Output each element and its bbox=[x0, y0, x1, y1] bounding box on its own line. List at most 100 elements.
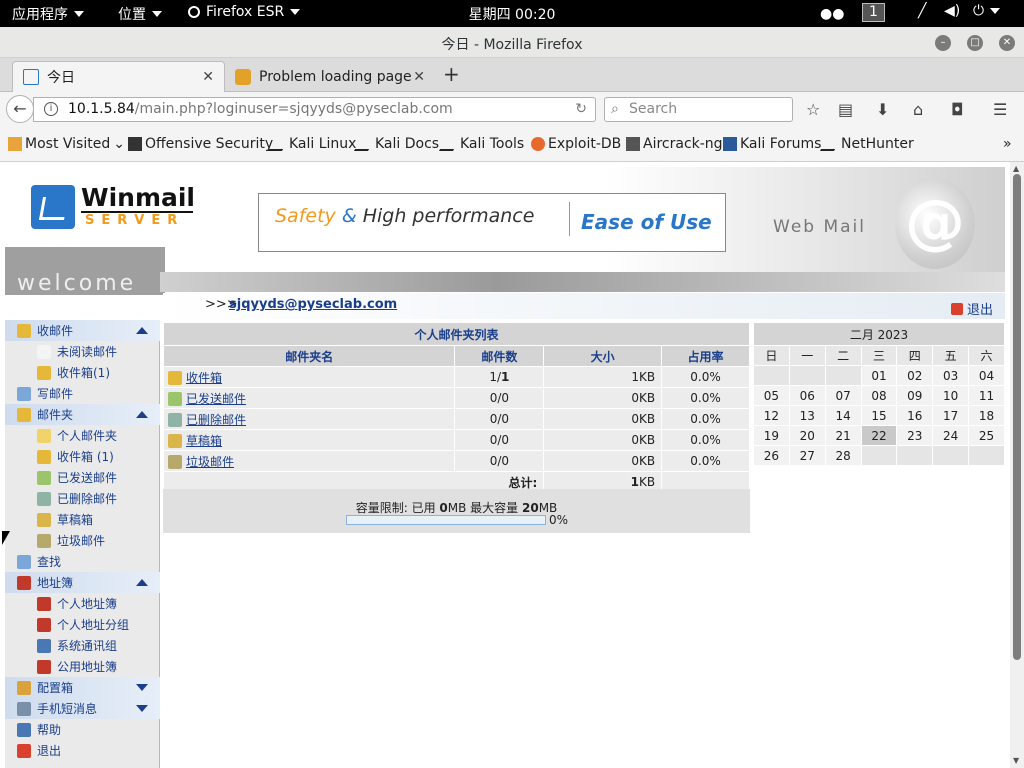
download-icon[interactable]: ⬇ bbox=[876, 100, 889, 119]
bookmark-nethunter[interactable]: NetHunter bbox=[819, 136, 914, 152]
apps-menu[interactable]: 应用程序 bbox=[12, 4, 84, 24]
calendar-day[interactable]: 17 bbox=[932, 405, 970, 426]
browser-app-menu[interactable]: Firefox ESR bbox=[188, 4, 301, 20]
scrollbar-thumb[interactable] bbox=[1013, 174, 1021, 660]
calendar-day[interactable]: 23 bbox=[896, 425, 934, 446]
bookmark-kali-forums[interactable]: Kali Forums bbox=[723, 136, 821, 152]
bookmark-aircrack-ng[interactable]: Aircrack-ng bbox=[626, 136, 723, 152]
back-button[interactable]: ← bbox=[6, 95, 34, 123]
tab-today[interactable]: 今日 ✕ bbox=[12, 61, 225, 92]
sidebar-item[interactable]: 写邮件 bbox=[5, 383, 160, 404]
sidebar-item[interactable]: 公用地址簿 bbox=[5, 656, 160, 677]
collapse-arrow-icon[interactable] bbox=[136, 327, 148, 334]
sidebar-item[interactable]: 未阅读邮件 bbox=[5, 341, 160, 362]
folder-link[interactable]: 已发送邮件 bbox=[186, 392, 246, 406]
info-icon[interactable]: i bbox=[44, 102, 58, 116]
reload-icon[interactable]: ↻ bbox=[575, 98, 587, 121]
sidebar-item[interactable]: 查找 bbox=[5, 551, 160, 572]
calendar-day[interactable]: 10 bbox=[932, 385, 970, 406]
workspace-indicator[interactable]: 1 bbox=[862, 3, 885, 22]
logout-link[interactable]: 退出 bbox=[950, 299, 993, 318]
sidebar-item[interactable]: 个人邮件夹 bbox=[5, 425, 160, 446]
calendar-day[interactable]: 05 bbox=[753, 385, 790, 406]
expand-arrow-icon[interactable] bbox=[136, 705, 148, 712]
calendar-day[interactable]: 07 bbox=[824, 385, 862, 406]
calendar-day[interactable]: 18 bbox=[968, 405, 1005, 426]
calendar-day[interactable]: 09 bbox=[896, 385, 934, 406]
bookmark-exploit-db[interactable]: Exploit-DB bbox=[531, 136, 621, 152]
calendar-day[interactable]: 19 bbox=[753, 425, 790, 446]
volume-icon[interactable]: ◀) bbox=[944, 3, 960, 19]
url-bar[interactable]: i 10.1.5.84/main.php?loginuser=sjqyyds@p… bbox=[33, 97, 596, 122]
bookmark-kali-tools[interactable]: Kali Tools bbox=[438, 136, 524, 152]
close-window-button[interactable]: ✕ bbox=[999, 35, 1015, 51]
calendar-day[interactable]: 02 bbox=[896, 365, 934, 386]
collapse-arrow-icon[interactable] bbox=[136, 579, 148, 586]
window-titlebar[interactable]: 今日 - Mozilla Firefox – □ ✕ bbox=[0, 27, 1024, 58]
sidebar-item[interactable]: 个人地址分组 bbox=[5, 614, 160, 635]
calendar-day[interactable]: 08 bbox=[860, 385, 898, 406]
calendar-day[interactable]: 27 bbox=[788, 445, 826, 466]
bookmarks-overflow-icon[interactable]: » bbox=[1003, 136, 1012, 152]
sidebar-item[interactable]: 已删除邮件 bbox=[5, 488, 160, 509]
calendar-day[interactable]: 13 bbox=[788, 405, 826, 426]
bookmark-kali-linux[interactable]: Kali Linux bbox=[267, 136, 356, 152]
new-tab-button[interactable]: + bbox=[443, 62, 460, 86]
reader-list-icon[interactable]: ▤ bbox=[838, 100, 853, 119]
sidebar-item[interactable]: 配置箱 bbox=[5, 677, 160, 698]
calendar-day[interactable]: 28 bbox=[824, 445, 862, 466]
expand-arrow-icon[interactable] bbox=[136, 684, 148, 691]
sidebar-item[interactable]: 草稿箱 bbox=[5, 509, 160, 530]
sidebar-item[interactable]: 邮件夹 bbox=[5, 404, 160, 425]
network-icon[interactable]: ╱ bbox=[918, 3, 926, 19]
folder-link[interactable]: 收件箱 bbox=[186, 371, 222, 385]
calendar-day[interactable]: 26 bbox=[753, 445, 790, 466]
maximize-button[interactable]: □ bbox=[967, 35, 983, 51]
calendar-day[interactable]: 16 bbox=[896, 405, 934, 426]
calendar-day[interactable]: 11 bbox=[968, 385, 1005, 406]
user-email-link[interactable]: sjqyyds@pyseclab.com bbox=[229, 297, 397, 312]
calendar-day[interactable]: 21 bbox=[824, 425, 862, 446]
hamburger-menu-icon[interactable]: ☰ bbox=[993, 100, 1007, 119]
sidebar-item[interactable]: 垃圾邮件 bbox=[5, 530, 160, 551]
calendar-day[interactable]: 03 bbox=[932, 365, 970, 386]
pocket-icon[interactable]: ◘ bbox=[951, 100, 964, 119]
close-tab-icon[interactable]: ✕ bbox=[413, 69, 425, 85]
page-scrollbar[interactable]: ▲ ▼ bbox=[1010, 162, 1024, 768]
bookmark-offensive-security[interactable]: Offensive Security bbox=[128, 136, 273, 152]
calendar-day[interactable]: 22 bbox=[860, 425, 898, 446]
sidebar-item[interactable]: 退出 bbox=[5, 740, 160, 761]
minimize-button[interactable]: – bbox=[935, 35, 951, 51]
calendar-day[interactable]: 20 bbox=[788, 425, 826, 446]
bookmark-most-visited[interactable]: Most Visited ⌄ bbox=[8, 136, 125, 152]
calendar-day[interactable]: 04 bbox=[968, 365, 1005, 386]
scroll-up-icon[interactable]: ▲ bbox=[1013, 164, 1019, 173]
collapse-arrow-icon[interactable] bbox=[136, 411, 148, 418]
calendar-day[interactable]: 14 bbox=[824, 405, 862, 426]
calendar-day[interactable]: 06 bbox=[788, 385, 826, 406]
sidebar-item[interactable]: 帮助 bbox=[5, 719, 160, 740]
sidebar-item[interactable]: 收邮件 bbox=[5, 320, 160, 341]
tab-problem-loading[interactable]: Problem loading page ✕ bbox=[225, 61, 435, 92]
home-icon[interactable]: ⌂ bbox=[913, 100, 923, 119]
bookmark-star-icon[interactable]: ☆ bbox=[806, 100, 820, 119]
calendar-day[interactable]: 12 bbox=[753, 405, 790, 426]
folder-link[interactable]: 垃圾邮件 bbox=[186, 455, 234, 469]
sidebar-item[interactable]: 已发送邮件 bbox=[5, 467, 160, 488]
sidebar-item[interactable]: 手机短消息 bbox=[5, 698, 160, 719]
sidebar-item[interactable]: 系统通讯组 bbox=[5, 635, 160, 656]
sidebar-item[interactable]: 收件箱 (1) bbox=[5, 446, 160, 467]
power-menu[interactable]: ⏻ bbox=[973, 3, 1001, 19]
calendar-day[interactable]: 01 bbox=[860, 365, 898, 386]
calendar-day[interactable]: 15 bbox=[860, 405, 898, 426]
people-icon[interactable]: ●● bbox=[820, 6, 844, 22]
search-input[interactable]: ⌕ Search bbox=[604, 97, 793, 122]
folder-link[interactable]: 已删除邮件 bbox=[186, 413, 246, 427]
places-menu[interactable]: 位置 bbox=[118, 4, 162, 24]
sidebar-item[interactable]: 收件箱(1) bbox=[5, 362, 160, 383]
sidebar-item[interactable]: 个人地址簿 bbox=[5, 593, 160, 614]
sidebar-item[interactable]: 地址簿 bbox=[5, 572, 160, 593]
close-tab-icon[interactable]: ✕ bbox=[202, 69, 214, 85]
scroll-down-icon[interactable]: ▼ bbox=[1013, 756, 1019, 765]
bookmark-kali-docs[interactable]: Kali Docs bbox=[353, 136, 439, 152]
